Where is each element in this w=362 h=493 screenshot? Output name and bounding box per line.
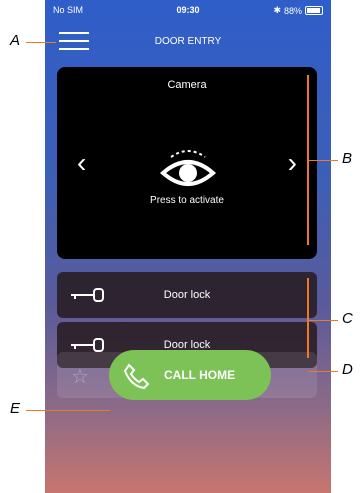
- battery-percent: 88%: [283, 5, 302, 16]
- phone-screen: No SIM 09:30 ✱ 88% DOOR ENTRY Camera ‹ ›…: [45, 0, 331, 493]
- callout-d-line: [308, 371, 338, 372]
- call-home-label: CALL HOME: [164, 368, 236, 382]
- callout-b-line: [308, 160, 338, 161]
- callout-c-bracket: [307, 278, 309, 358]
- chevron-right-icon[interactable]: ›: [288, 149, 297, 177]
- callout-a: A: [10, 32, 21, 49]
- callout-c: C: [342, 310, 353, 327]
- callout-e: E: [10, 400, 21, 417]
- status-right: ✱ 88%: [273, 5, 323, 16]
- page-title: DOOR ENTRY: [154, 36, 222, 47]
- call-home-button[interactable]: CALL HOME: [109, 350, 271, 400]
- callout-e-line: [26, 410, 110, 411]
- chevron-left-icon[interactable]: ‹: [77, 149, 86, 177]
- callout-c-line: [308, 320, 338, 321]
- door-lock-label: Door lock: [163, 289, 211, 301]
- door-lock-item-1[interactable]: Door lock: [57, 272, 317, 318]
- camera-title: Camera: [167, 79, 207, 91]
- bluetooth-icon: ✱: [273, 5, 281, 15]
- status-bar: No SIM 09:30 ✱ 88%: [45, 0, 331, 20]
- activate-prompt: Press to activate: [150, 195, 224, 206]
- phone-icon: [123, 363, 150, 390]
- callout-b: B: [342, 150, 353, 167]
- callout-a-line: [26, 42, 56, 43]
- battery-icon: [305, 6, 323, 15]
- menu-icon-bar: [59, 48, 89, 50]
- callout-d: D: [342, 361, 353, 378]
- menu-icon-bar: [59, 32, 89, 34]
- eye-icon: [159, 150, 217, 186]
- camera-panel[interactable]: Camera ‹ › Press to activate: [57, 67, 317, 259]
